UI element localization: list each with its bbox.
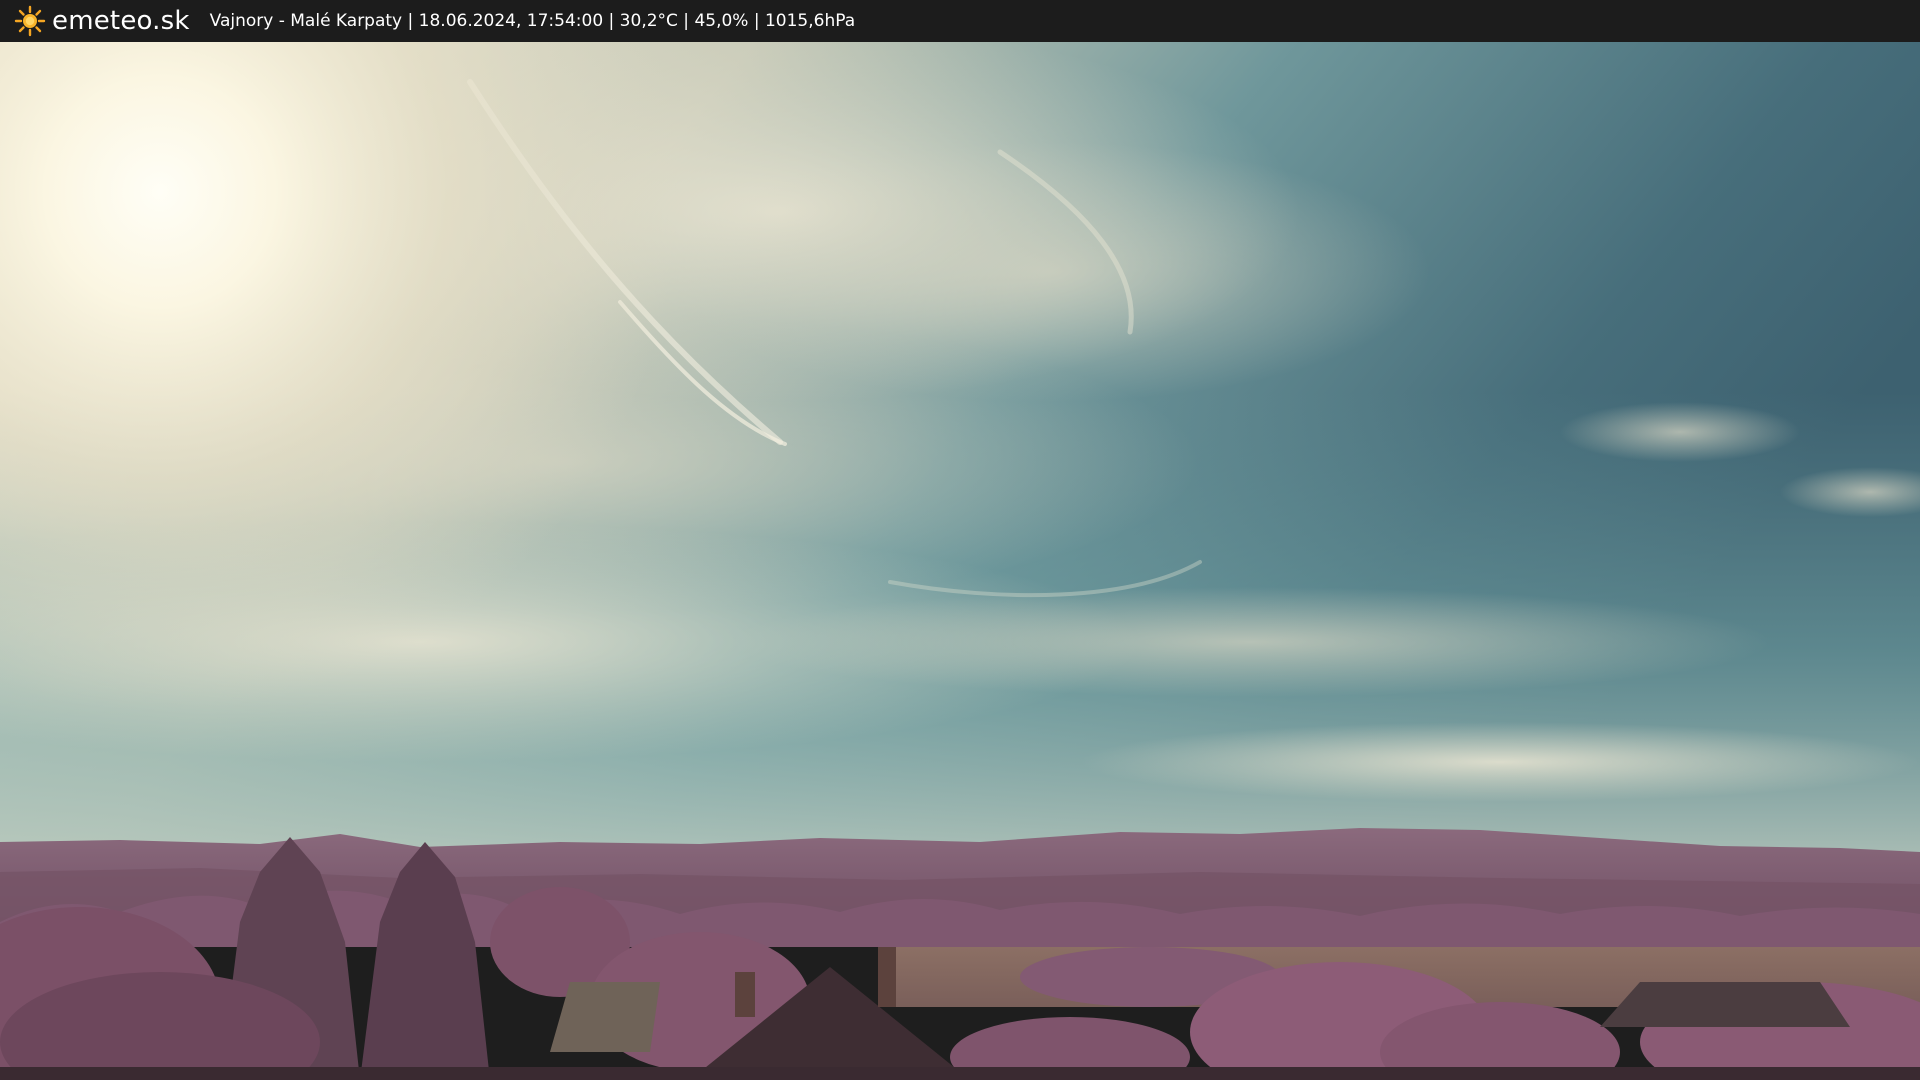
brand-logo[interactable]: emeteo.sk xyxy=(14,5,190,37)
webcam-scene xyxy=(0,42,1920,1080)
station-info-text: Vajnory - Malé Karpaty | 18.06.2024, 17:… xyxy=(209,11,856,31)
webcam-page: emeteo.sk Vajnory - Malé Karpaty | 18.06… xyxy=(0,0,1920,1080)
header-bar: emeteo.sk Vajnory - Malé Karpaty | 18.06… xyxy=(0,0,1920,42)
sun-icon xyxy=(14,5,46,37)
brand-name: emeteo.sk xyxy=(52,6,190,36)
webcam-image xyxy=(0,42,1920,1080)
